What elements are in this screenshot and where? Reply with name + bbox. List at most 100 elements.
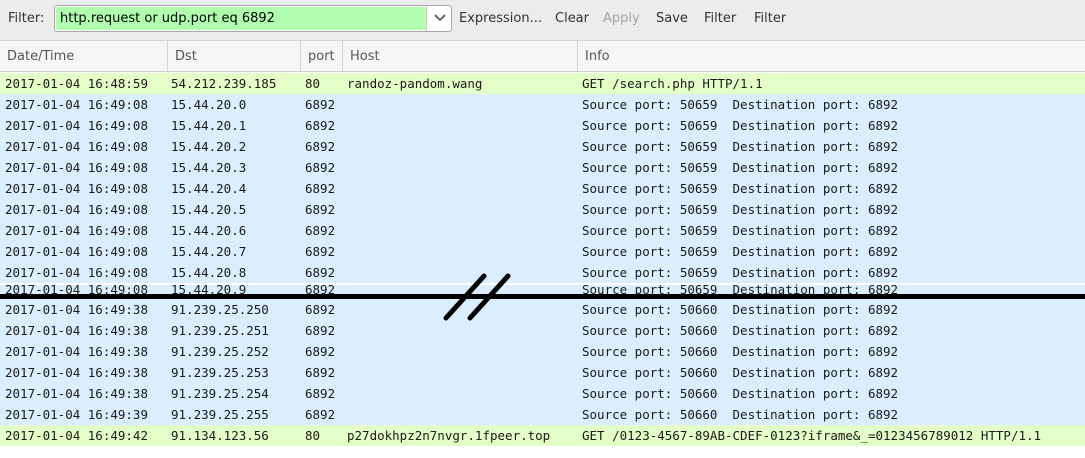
packet-cell-dst: 15.44.20.6 [171,223,247,238]
packet-cell-time: 2017-01-04 16:49:08 [5,118,148,133]
packet-row[interactable]: 2017-01-04 16:49:08 15.44.20.8 6892 Source … [0,262,1085,283]
packet-cell-time: 2017-01-04 16:49:08 [5,244,148,259]
packet-row[interactable]: 2017-01-04 16:49:08 15.44.20.5 6892 Source … [0,199,1085,220]
packet-cell-time: 2017-01-04 16:49:38 [5,302,148,317]
packet-cell-info: GET /search.php HTTP/1.1 [582,76,763,91]
packet-cell-info: Source port: 50659 Destination port: 689… [582,139,899,154]
packet-row[interactable]: 2017-01-04 16:49:38 91.239.25.254 6892 Sour… [0,383,1085,404]
packet-row[interactable]: 2017-01-04 16:49:39 91.239.25.255 6892 Sour… [0,404,1085,425]
packet-row[interactable]: 2017-01-04 16:49:38 91.239.25.253 6892 Sour… [0,362,1085,383]
packet-cell-time: 2017-01-04 16:49:08 [5,160,148,175]
filter-label: Filter: [8,11,45,26]
packet-cell-dst: 91.239.25.253 [171,365,269,380]
save-button[interactable]: Save [656,11,688,26]
packet-cell-info: Source port: 50659 Destination port: 689… [582,202,899,217]
column-header-info[interactable]: Info [578,41,1085,71]
packet-cell-time: 2017-01-04 16:49:39 [5,407,148,422]
packet-cell-dst: 54.212.239.185 [171,76,277,91]
packet-cell-port: 6892 [305,202,336,217]
expression-button[interactable]: Expression... [459,11,542,26]
packet-cell-dst: 15.44.20.7 [171,244,247,259]
packet-cell-port: 80 [305,428,321,443]
packet-cell-info: Source port: 50659 Destination port: 689… [582,118,899,133]
filter-dropdown-button[interactable] [426,6,452,31]
packet-cell-info: GET /0123-4567-89AB-CDEF-0123?iframe&_=0… [582,428,1042,443]
column-header-port[interactable]: port [301,41,343,71]
packet-cell-dst: 15.44.20.1 [171,118,247,133]
packet-cell-info: Source port: 50659 Destination port: 689… [582,265,899,280]
packet-cell-port: 6892 [305,365,336,380]
packet-cell-time: 2017-01-04 16:49:08 [5,202,148,217]
packet-cell-dst: 15.44.20.4 [171,181,247,196]
packet-cell-info: Source port: 50660 Destination port: 689… [582,323,899,338]
packet-cell-info: Source port: 50660 Destination port: 689… [582,386,899,401]
packet-row[interactable]: 2017-01-04 16:49:08 15.44.20.4 6892 Source … [0,178,1085,199]
packet-cell-port: 6892 [305,181,336,196]
packet-cell-dst: 91.134.123.56 [171,428,269,443]
column-header-datetime[interactable]: Date/Time [0,41,168,71]
packet-cell-info: Source port: 50660 Destination port: 689… [582,302,899,317]
filter-input[interactable] [56,7,426,30]
packet-cell-time: 2017-01-04 16:49:08 [5,223,148,238]
packet-cell-port: 80 [305,76,321,91]
packet-cell-port: 6892 [305,302,336,317]
packet-cell-port: 6892 [305,386,336,401]
packet-cell-dst: 15.44.20.0 [171,97,247,112]
packet-cell-dst: 91.239.25.252 [171,344,269,359]
packet-cell-port: 6892 [305,97,336,112]
packet-cell-time: 2017-01-04 16:49:42 [5,428,148,443]
packet-row[interactable]: 2017-01-04 16:49:38 91.239.25.250 6892 Sour… [0,299,1085,320]
column-header-host[interactable]: Host [343,41,578,71]
packet-cell-host: p27dokhpz2n7nvgr.1fpeer.top [347,428,551,443]
break-line [0,294,1085,299]
filter-combobox[interactable] [54,5,452,32]
packet-row[interactable]: 2017-01-04 16:49:38 91.239.25.252 6892 Sour… [0,341,1085,362]
packet-cell-time: 2017-01-04 16:49:38 [5,344,148,359]
packet-cell-time: 2017-01-04 16:49:08 [5,139,148,154]
apply-button[interactable]: Apply [603,11,640,26]
packet-cell-time: 2017-01-04 16:49:08 [5,181,148,196]
packet-row[interactable]: 2017-01-04 16:49:42 91.134.123.56 80 p27dok… [0,425,1085,446]
packet-cell-info: Source port: 50660 Destination port: 689… [582,407,899,422]
filter-button-1[interactable]: Filter [704,11,736,26]
packet-cell-port: 6892 [305,344,336,359]
double-slash-break-icon [443,273,511,321]
packet-cell-dst: 15.44.20.5 [171,202,247,217]
packet-cell-time: 2017-01-04 16:49:08 [5,97,148,112]
packet-row[interactable]: 2017-01-04 16:49:08 15.44.20.6 6892 Source … [0,220,1085,241]
packet-cell-port: 6892 [305,244,336,259]
display-filter-toolbar: Filter: Expression... Clear Apply Save F… [0,0,1085,41]
packet-cell-port: 6892 [305,265,336,280]
filter-button-2[interactable]: Filter [754,11,786,26]
packet-cell-dst: 15.44.20.8 [171,265,247,280]
packet-cell-dst: 15.44.20.2 [171,139,247,154]
packet-row[interactable]: 2017-01-04 16:49:08 15.44.20.3 6892 Source … [0,157,1085,178]
packet-cell-port: 6892 [305,223,336,238]
chevron-down-icon [434,14,446,22]
packet-cell-port: 6892 [305,323,336,338]
packet-cell-info: Source port: 50659 Destination port: 689… [582,244,899,259]
column-header-dst[interactable]: Dst [168,41,301,71]
packet-cell-port: 6892 [305,118,336,133]
packet-cell-info: Source port: 50660 Destination port: 689… [582,344,899,359]
packet-cell-dst: 91.239.25.251 [171,323,269,338]
packet-cell-dst: 15.44.20.3 [171,160,247,175]
packet-row[interactable]: 2017-01-04 16:49:08 15.44.20.0 6892 Source … [0,94,1085,115]
packet-row[interactable]: 2017-01-04 16:49:08 15.44.20.7 6892 Source … [0,241,1085,262]
packet-cell-time: 2017-01-04 16:49:38 [5,365,148,380]
packet-row[interactable]: 2017-01-04 16:49:38 91.239.25.251 6892 Sour… [0,320,1085,341]
packet-cell-time: 2017-01-04 16:49:08 [5,265,148,280]
packet-cell-info: Source port: 50659 Destination port: 689… [582,160,899,175]
packet-row[interactable]: 2017-01-04 16:49:08 15.44.20.2 6892 Source … [0,136,1085,157]
packet-cell-dst: 91.239.25.250 [171,302,269,317]
packet-list-header: Date/Time Dst port Host Info [0,41,1085,72]
packet-cell-host: randoz-pandom.wang [347,76,483,91]
packet-cell-time: 2017-01-04 16:49:38 [5,323,148,338]
packet-cell-port: 6892 [305,139,336,154]
packet-row[interactable]: 2017-01-04 16:49:08 15.44.20.1 6892 Source … [0,115,1085,136]
packet-cell-info: Source port: 50659 Destination port: 689… [582,223,899,238]
clear-button[interactable]: Clear [555,11,589,26]
packet-cell-time: 2017-01-04 16:48:59 [5,76,148,91]
packet-row[interactable]: 2017-01-04 16:48:59 54.212.239.185 80 rando… [0,73,1085,94]
packet-cell-dst: 91.239.25.254 [171,386,269,401]
